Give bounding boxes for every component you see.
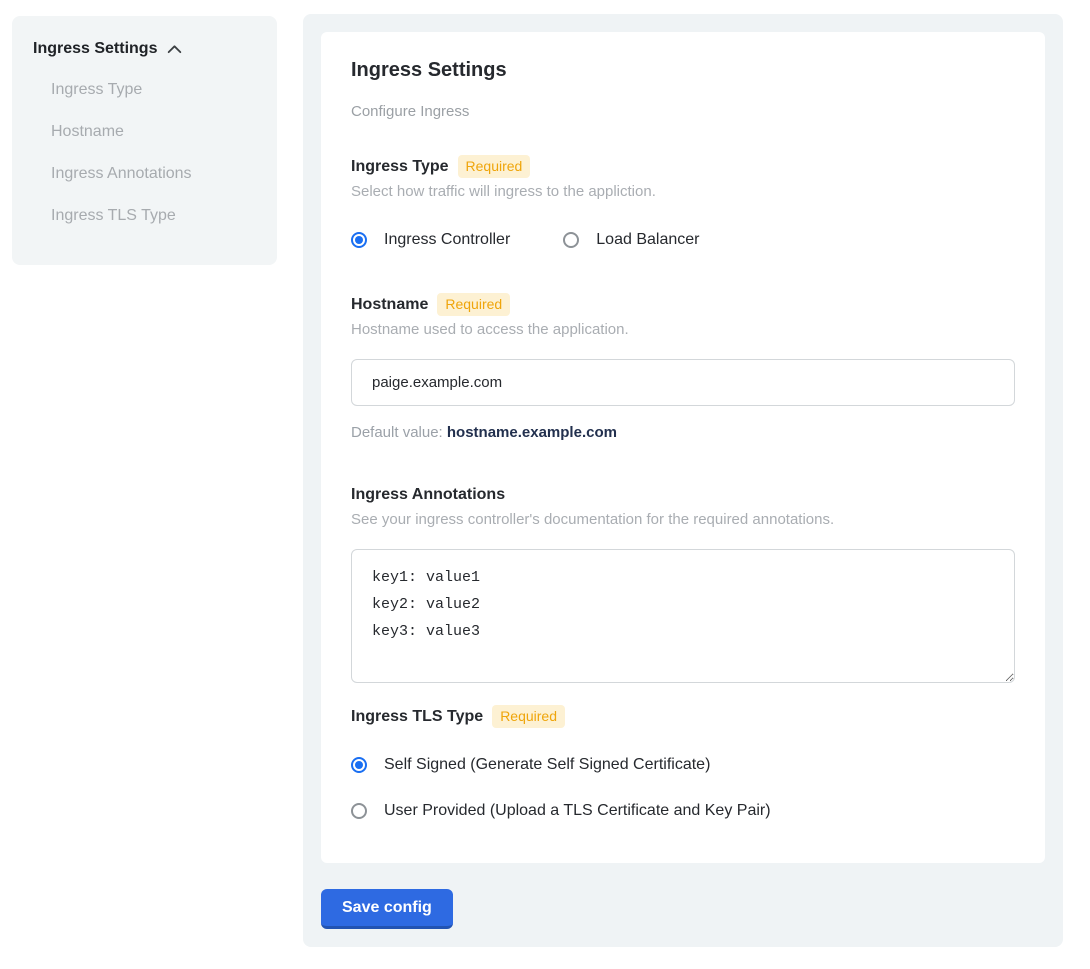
ingress-settings-card: Ingress Settings Configure Ingress Ingre… [321,32,1045,863]
hostname-label: Hostname [351,294,428,316]
chevron-up-icon [166,41,183,58]
hostname-input[interactable] [351,359,1015,406]
page-subtitle: Configure Ingress [351,103,1015,121]
default-value-text: hostname.example.com [447,424,617,441]
radio-load-balancer-label: Load Balancer [596,231,699,249]
ingress-settings-panel: Ingress Settings Configure Ingress Ingre… [303,14,1063,947]
radio-unselected-icon [563,232,579,248]
sidebar-items: Ingress Type Hostname Ingress Annotation… [33,80,257,226]
radio-ingress-controller[interactable]: Ingress Controller [351,231,510,249]
hostname-default-line: Default value: hostname.example.com [351,424,1015,442]
radio-user-provided[interactable]: User Provided (Upload a TLS Certificate … [351,802,1015,820]
page-title: Ingress Settings [351,58,1015,82]
ingress-tls-type-label: Ingress TLS Type [351,706,483,728]
required-badge: Required [437,293,510,316]
ingress-annotations-description: See your ingress controller's documentat… [351,511,1015,529]
section-ingress-type: Ingress Type Required Select how traffic… [351,155,1015,249]
settings-sidebar: Ingress Settings Ingress Type Hostname I… [12,16,277,265]
radio-selected-icon [351,757,367,773]
radio-selected-icon [351,232,367,248]
sidebar-item-ingress-tls-type[interactable]: Ingress TLS Type [51,206,257,226]
sidebar-item-hostname[interactable]: Hostname [51,122,257,142]
radio-self-signed-label: Self Signed (Generate Self Signed Certif… [384,756,710,774]
radio-load-balancer[interactable]: Load Balancer [563,231,699,249]
sidebar-group-label: Ingress Settings [33,40,157,58]
section-hostname: Hostname Required Hostname used to acces… [351,293,1015,442]
ingress-tls-radio-group: Self Signed (Generate Self Signed Certif… [351,756,1015,820]
required-badge: Required [458,155,531,178]
required-badge: Required [492,705,565,728]
ingress-annotations-label: Ingress Annotations [351,484,505,506]
radio-self-signed[interactable]: Self Signed (Generate Self Signed Certif… [351,756,1015,774]
sidebar-item-ingress-type[interactable]: Ingress Type [51,80,257,100]
section-ingress-tls-type: Ingress TLS Type Required Self Signed (G… [351,705,1015,820]
radio-ingress-controller-label: Ingress Controller [384,231,510,249]
hostname-description: Hostname used to access the application. [351,321,1015,339]
radio-user-provided-label: User Provided (Upload a TLS Certificate … [384,802,771,820]
sidebar-group-ingress-settings[interactable]: Ingress Settings [33,40,257,58]
ingress-type-label: Ingress Type [351,156,449,178]
ingress-annotations-textarea[interactable]: key1: value1 key2: value2 key3: value3 [351,549,1015,683]
sidebar-item-ingress-annotations[interactable]: Ingress Annotations [51,164,257,184]
radio-unselected-icon [351,803,367,819]
ingress-type-description: Select how traffic will ingress to the a… [351,183,1015,201]
save-config-button[interactable]: Save config [321,889,453,929]
section-ingress-annotations: Ingress Annotations See your ingress con… [351,484,1015,683]
ingress-type-radio-group: Ingress Controller Load Balancer [351,231,1015,249]
default-value-label: Default value: [351,424,447,441]
